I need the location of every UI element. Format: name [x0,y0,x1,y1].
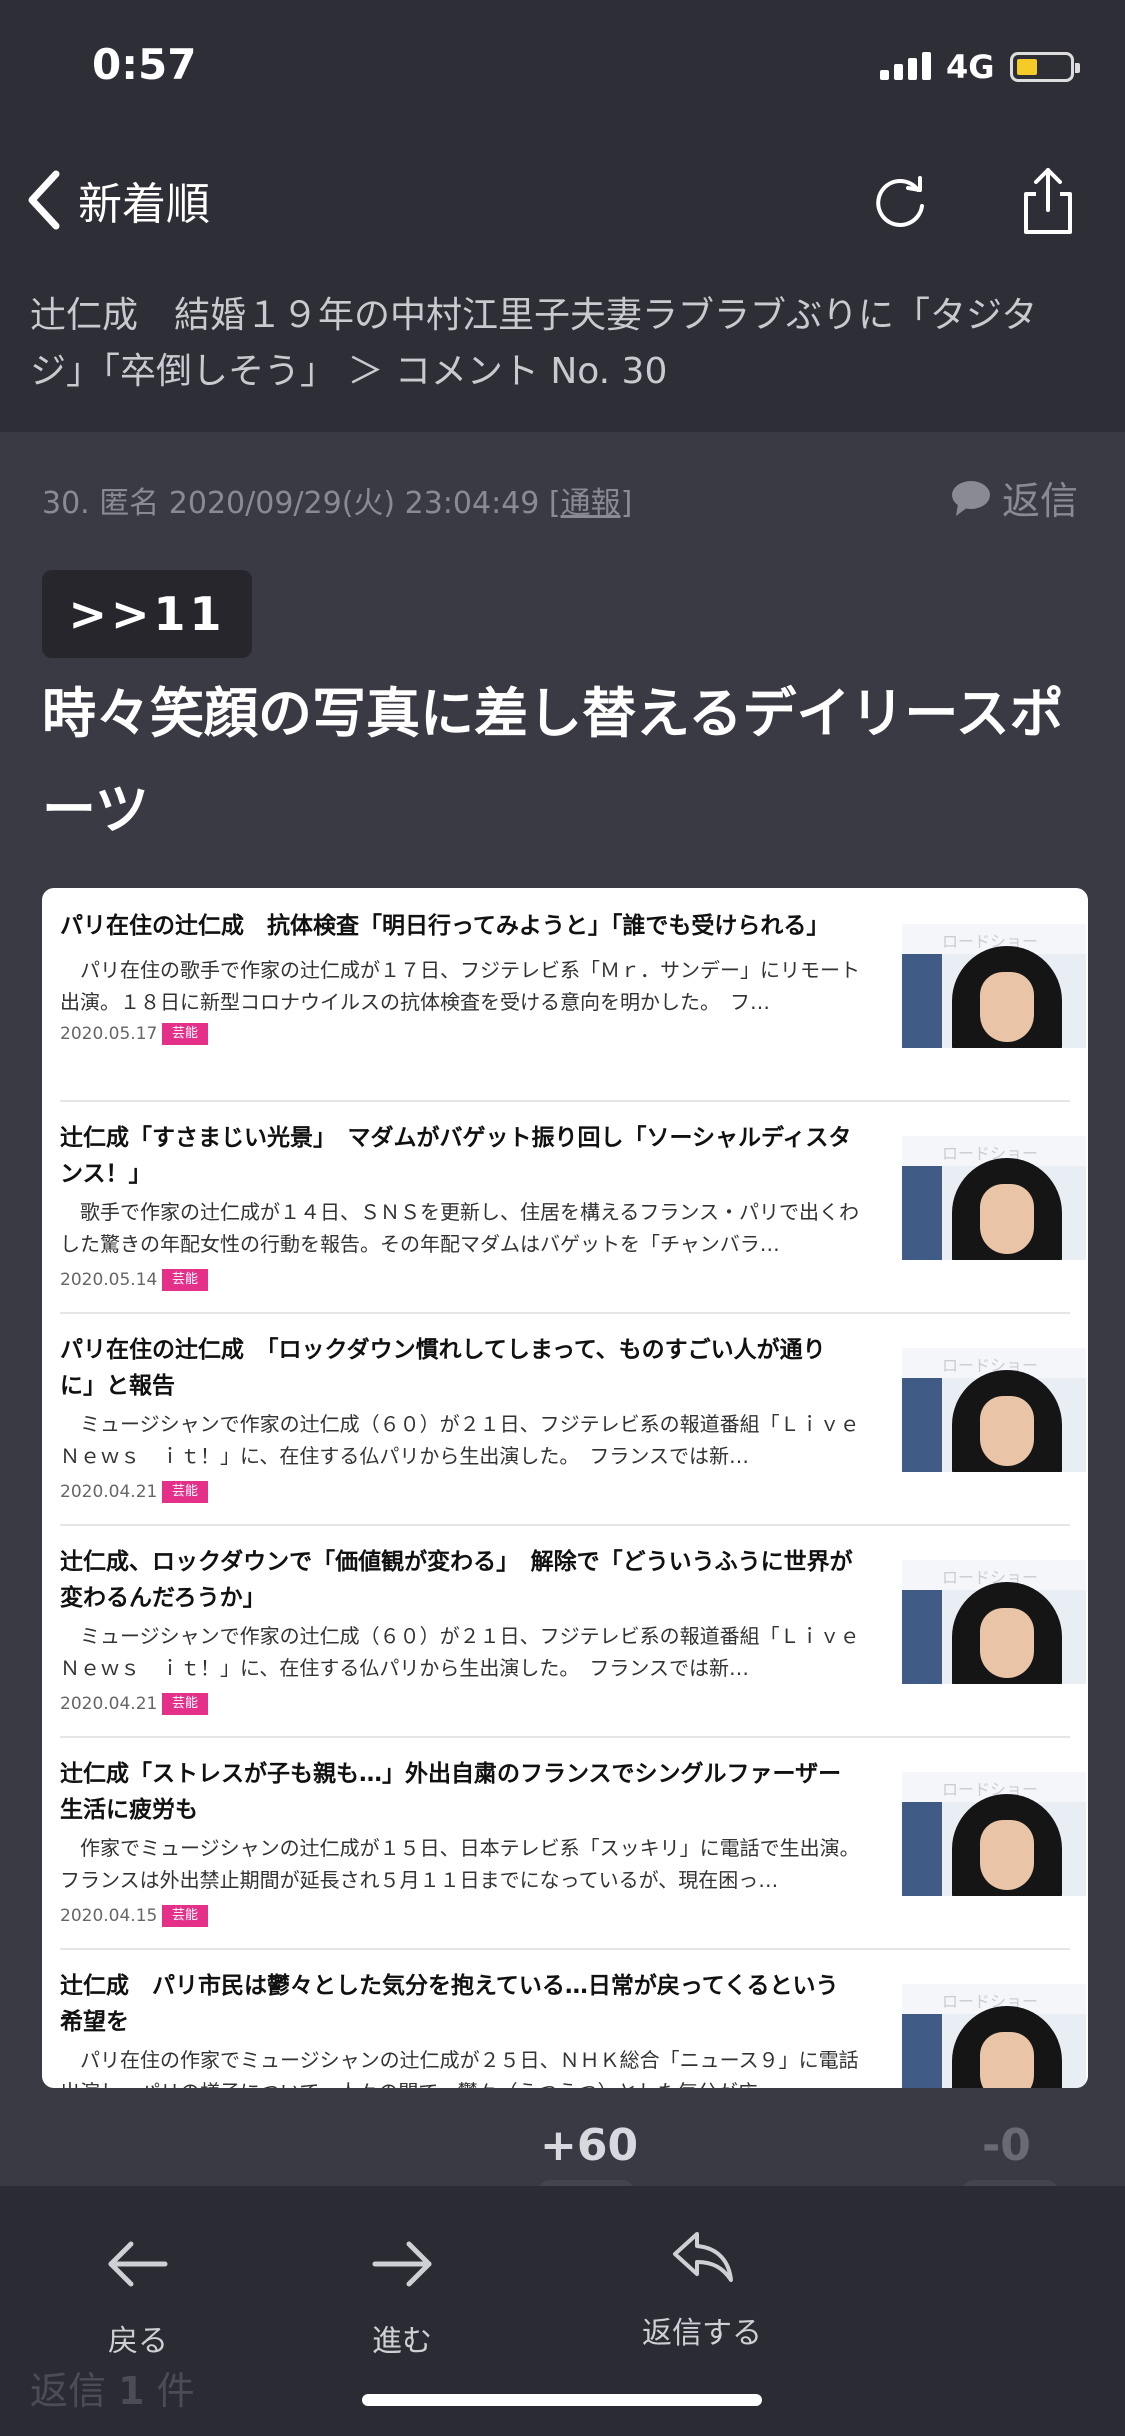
back-button[interactable]: 新着順 [24,168,210,232]
article-excerpt: 作家でミュージシャンの辻仁成が１５日、日本テレビ系「スッキリ」に電話で生出演。フ… [60,1836,860,1892]
thread-header: 辻仁成 結婚１９年の中村江里子夫妻ラブラブぶりに「タジタジ」「卒倒しそう」 ＞ … [0,260,1125,432]
article-title: 辻仁成「すさまじい光景」 マダムがバゲット振り回し「ソーシャルディスタンス！」 [60,1125,852,1187]
back-label: 新着順 [78,179,210,230]
signal-icon [880,52,931,80]
status-bar: 0:57 4G [0,0,1125,140]
battery-icon [1010,52,1080,82]
article-title: 辻仁成、ロックダウンで「価値観が変わる」 解除で「どういうふうに世界が変わるんだ… [60,1549,853,1611]
toolbar-reply-label: 返信する [642,2316,762,2351]
article-thumbnail: ロードショー [902,1136,1086,1260]
article-tag: 芸能 [162,1481,208,1503]
article-thumbnail: ロードショー [902,1560,1086,1684]
list-item: パリ在住の辻仁成 「ロックダウン慣れしてしまって、ものすごい人が通りに」と報告 … [60,1312,1086,1526]
list-item: 辻仁成、ロックダウンで「価値観が変わる」 解除で「どういうふうに世界が変わるんだ… [60,1524,1086,1738]
article-tag: 芸能 [162,1023,208,1045]
article-thumbnail: ロードショー [902,1772,1086,1896]
article-title: 辻仁成「ストレスが子も親も…」外出自粛のフランスでシングルファーザー生活に疲労も [60,1761,842,1823]
speech-bubble-icon [952,480,990,516]
thread-title[interactable]: 辻仁成 結婚１９年の中村江里子夫妻ラブラブぶりに「タジタジ」「卒倒しそう」 ＞ … [30,288,1090,400]
comment-image[interactable]: パリ在住の辻仁成 抗体検査「明日行ってみようと」「誰でも受けられる」 パリ在住の… [42,888,1088,2088]
article-thumbnail: ロードショー [902,1348,1086,1472]
reload-icon[interactable] [868,170,932,234]
plus-count: +60 [540,2120,639,2171]
reply-count[interactable]: 返信 1 件 [30,2360,195,2415]
list-item: パリ在住の辻仁成 抗体検査「明日行ってみようと」「誰でも受けられる」 パリ在住の… [60,888,1086,1102]
reply-anchor[interactable]: >>11 [42,570,252,658]
toolbar-forward-button[interactable]: 進む [302,2234,502,2360]
article-tag: 芸能 [162,1269,208,1291]
article-excerpt: 歌手で作家の辻仁成が１４日、ＳＮＳを更新し、住居を構えるフランス・パリで出くわし… [60,1200,859,1256]
article-excerpt: パリ在住の歌手で作家の辻仁成が１７日、フジテレビ系「Ｍｒ．サンデー」にリモート出… [60,958,860,1014]
article-excerpt: パリ在住の作家でミュージシャンの辻仁成が２５日、ＮＨＫ総合「ニュース９」に電話出… [60,2048,859,2088]
status-time: 0:57 [92,40,197,89]
network-type: 4G [946,48,995,86]
article-date: 2020.04.21 [60,1482,158,1502]
article-thumbnail: ロードショー [902,924,1086,1048]
toolbar-reply-button[interactable]: 返信する [602,2226,802,2352]
article-date: 2020.05.14 [60,1270,158,1290]
nav-bar: 新着順 [0,140,1125,260]
list-item: 辻仁成「ストレスが子も親も…」外出自粛のフランスでシングルファーザー生活に疲労も… [60,1736,1086,1950]
article-title: 辻仁成 パリ市民は鬱々とした気分を抱えている…日常が戻ってくるという希望を [60,1973,839,2035]
comment-text: 時々笑顔の写真に差し替えるデイリースポーツ [42,682,1064,841]
reply-label: 返信 [1002,479,1079,523]
article-thumbnail: ロードショー [902,1984,1086,2088]
arrow-left-icon [108,2241,168,2287]
reply-arrow-icon [673,2232,733,2282]
list-item: 辻仁成 パリ市民は鬱々とした気分を抱えている…日常が戻ってくるという希望を パリ… [60,1948,1086,2088]
chevron-left-icon [28,170,60,230]
article-date: 2020.05.17 [60,1024,158,1044]
toolbar-back-button[interactable]: 戻る [38,2234,238,2360]
share-icon[interactable] [1016,164,1080,236]
report-link[interactable]: [通報] [549,486,632,521]
article-title: パリ在住の辻仁成 抗体検査「明日行ってみようと」「誰でも受けられる」 [60,913,830,939]
article-tag: 芸能 [162,1905,208,1927]
home-indicator [362,2394,762,2406]
list-item: 辻仁成「すさまじい光景」 マダムがバゲット振り回し「ソーシャルディスタンス！」 … [60,1100,1086,1314]
toolbar-back-label: 戻る [108,2324,168,2359]
article-excerpt: ミュージシャンで作家の辻仁成（６０）が２１日、フジテレビ系の報道番組「Ｌｉｖｅ … [60,1412,880,1468]
toolbar-forward-label: 進む [372,2324,432,2359]
comment-meta: 30. 匿名 2020/09/29(火) 23:04:49 [通報] [42,478,632,522]
arrow-right-icon [372,2241,432,2287]
minus-count: -0 [982,2120,1031,2171]
article-excerpt: ミュージシャンで作家の辻仁成（６０）が２１日、フジテレビ系の報道番組「Ｌｉｖｅ … [60,1624,880,1680]
comment-meta-text: 30. 匿名 2020/09/29(火) 23:04:49 [42,486,549,521]
article-date: 2020.04.15 [60,1906,158,1926]
reply-button[interactable]: 返信 [950,470,1078,525]
article-tag: 芸能 [162,1693,208,1715]
article-date: 2020.04.21 [60,1694,158,1714]
article-title: パリ在住の辻仁成 「ロックダウン慣れしてしまって、ものすごい人が通りに」と報告 [60,1337,826,1399]
